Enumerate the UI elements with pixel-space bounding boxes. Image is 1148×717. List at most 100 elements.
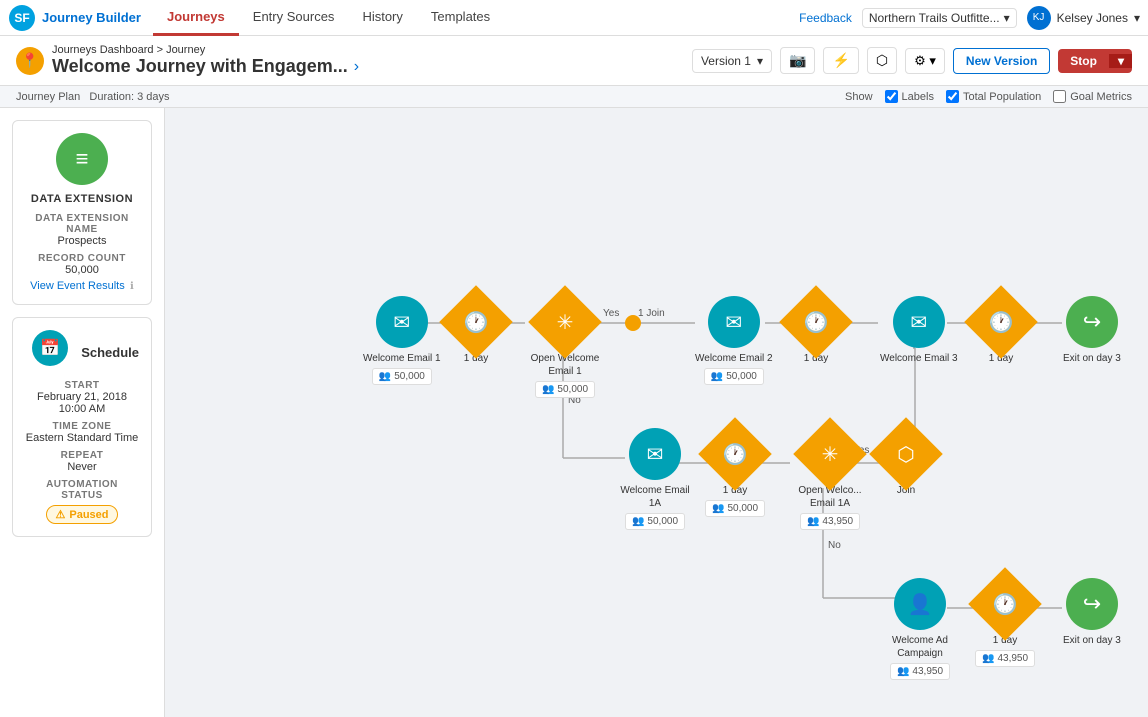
user-menu[interactable]: KJ Kelsey Jones ▾ [1027, 6, 1140, 30]
filter-button[interactable]: ⚡ [823, 47, 858, 74]
open-welcome-1a-icon[interactable]: ✳ [793, 417, 867, 491]
total-pop-checkbox[interactable] [946, 90, 959, 103]
people-icon-ow1: 👥 [542, 384, 554, 395]
schedule-icon: 📅 [32, 330, 68, 366]
view-event-results-link[interactable]: View Event Results [30, 280, 125, 292]
de-name-label: DATA EXTENSION NAME [25, 213, 139, 235]
version-selector[interactable]: Version 1 ▾ [692, 49, 772, 73]
journey-plan-label: Journey Plan [16, 91, 80, 103]
welcome-email-1a-icon[interactable]: ✉ [629, 428, 681, 480]
data-extension-card: ≡ DATA EXTENSION DATA EXTENSION NAME Pro… [12, 120, 152, 305]
join2-node[interactable]: ⬡ Join [880, 428, 932, 497]
day1e-count-val: 43,950 [997, 653, 1028, 664]
welcome-email-1-node[interactable]: ✉ Welcome Email 1 👥 50,000 [363, 296, 441, 385]
main-content: ≡ DATA EXTENSION DATA EXTENSION NAME Pro… [0, 108, 1148, 717]
day1e-node[interactable]: 🕐 1 day 👥 43,950 [975, 578, 1035, 667]
welcome-email-1-count: 👥 50,000 [372, 368, 432, 385]
journey-header-actions: Version 1 ▾ 📷 ⚡ ⬡ ⚙ ▾ New Version Stop ▾ [692, 47, 1132, 74]
day1d-icon[interactable]: 🕐 [698, 417, 772, 491]
open-welcome-1a-node[interactable]: ✳ Open Welco... Email 1A 👥 43,950 [790, 428, 870, 530]
record-count-value: 50,000 [25, 264, 139, 276]
journey-plan-duration: Duration: 3 days [89, 91, 169, 103]
welcome-ad-campaign-icon[interactable]: 👤 [894, 578, 946, 630]
welcome-email-1-icon[interactable]: ✉ [376, 296, 428, 348]
stop-button[interactable]: Stop ▾ [1058, 49, 1132, 73]
join-dot [625, 315, 641, 331]
org-selector[interactable]: Northern Trails Outfitte... ▾ [862, 8, 1017, 28]
breadcrumb-separator: > [157, 44, 166, 56]
info-icon[interactable]: ℹ [130, 281, 134, 292]
cursor-icon-1: ✳ [539, 296, 591, 348]
journey-canvas[interactable]: Yes 1 Join No [165, 108, 1148, 717]
journey-title-section: Journeys Dashboard > Journey Welcome Jou… [52, 44, 359, 77]
day1b-node[interactable]: 🕐 1 day [790, 296, 842, 365]
breadcrumb[interactable]: Journeys Dashboard > Journey [52, 44, 359, 56]
breadcrumb-current: Journey [166, 44, 205, 56]
svg-text:1 Join: 1 Join [638, 308, 665, 319]
user-avatar: KJ [1027, 6, 1051, 30]
version-dropdown-icon: ▾ [757, 54, 763, 68]
clock-icon-1e: 🕐 [979, 578, 1031, 630]
exit-day3b-icon[interactable]: ↪ [1066, 578, 1118, 630]
tab-history[interactable]: History [348, 0, 416, 36]
new-version-button[interactable]: New Version [953, 48, 1050, 74]
labels-checkbox[interactable] [885, 90, 898, 103]
data-extension-title: DATA EXTENSION [25, 193, 139, 205]
day1c-icon[interactable]: 🕐 [964, 285, 1038, 359]
people-icon-1: 👥 [379, 371, 391, 382]
tab-journeys[interactable]: Journeys [153, 0, 239, 36]
goal-metrics-checkbox[interactable] [1053, 90, 1066, 103]
welcome-email-3-node[interactable]: ✉ Welcome Email 3 [880, 296, 958, 365]
svg-text:Yes: Yes [603, 308, 619, 319]
open-welcome-1-node[interactable]: ✳ Open Welcome Email 1 👥 50,000 [525, 296, 605, 398]
app-logo[interactable]: SF Journey Builder [8, 4, 141, 32]
camera-button[interactable]: 📷 [780, 47, 815, 74]
org-name: Northern Trails Outfitte... [869, 11, 1000, 25]
day1e-icon[interactable]: 🕐 [968, 567, 1042, 641]
status-value: Paused [69, 509, 108, 521]
labels-checkbox-item[interactable]: Labels [885, 90, 934, 103]
stop-dropdown-icon[interactable]: ▾ [1109, 54, 1132, 68]
welcome-ad-campaign-node[interactable]: 👤 Welcome Ad Campaign 👥 43,950 [880, 578, 960, 680]
labels-checkbox-label: Labels [902, 91, 934, 103]
people-icon-d1d: 👥 [712, 503, 724, 514]
data-extension-icon: ≡ [56, 133, 108, 185]
welcome-email-3-icon[interactable]: ✉ [893, 296, 945, 348]
journey-plan-bar: Journey Plan Duration: 3 days Show Label… [0, 86, 1148, 108]
total-pop-checkbox-item[interactable]: Total Population [946, 90, 1041, 103]
top-navigation: SF Journey Builder Journeys Entry Source… [0, 0, 1148, 36]
people-icon-we1a: 👥 [632, 516, 644, 527]
goal-metrics-checkbox-item[interactable]: Goal Metrics [1053, 90, 1132, 103]
tab-templates[interactable]: Templates [417, 0, 504, 36]
welcome-email-1a-label: Welcome Email 1A [615, 484, 695, 510]
gear-button[interactable]: ⚙ ▾ [905, 48, 945, 74]
exit-day3a-node[interactable]: ↪ Exit on day 3 [1063, 296, 1121, 365]
day1b-icon[interactable]: 🕐 [779, 285, 853, 359]
exit-day3a-icon[interactable]: ↪ [1066, 296, 1118, 348]
left-panel: ≡ DATA EXTENSION DATA EXTENSION NAME Pro… [0, 108, 165, 717]
record-count-label: RECORD COUNT [25, 253, 139, 264]
day1d-node[interactable]: 🕐 1 day 👥 50,000 [705, 428, 765, 517]
welcome-email-1a-count-val: 50,000 [647, 516, 678, 527]
welcome-email-2-node[interactable]: ✉ Welcome Email 2 👥 50,000 [695, 296, 773, 385]
day1a-node[interactable]: 🕐 1 day [450, 296, 502, 365]
welcome-ad-campaign-count-val: 43,950 [912, 666, 943, 677]
timezone-value: Eastern Standard Time [25, 432, 139, 444]
exit-day3b-node[interactable]: ↪ Exit on day 3 [1063, 578, 1121, 647]
day1a-icon[interactable]: 🕐 [439, 285, 513, 359]
open-welcome-1-icon[interactable]: ✳ [528, 285, 602, 359]
total-pop-checkbox-label: Total Population [963, 91, 1041, 103]
feedback-link[interactable]: Feedback [799, 11, 852, 25]
warning-icon: ⚠ [55, 508, 65, 521]
join2-icon[interactable]: ⬡ [869, 417, 943, 491]
journey-title: Welcome Journey with Engagem... [52, 56, 348, 77]
welcome-email-1a-node[interactable]: ✉ Welcome Email 1A 👥 50,000 [615, 428, 695, 530]
welcome-email-2-icon[interactable]: ✉ [708, 296, 760, 348]
merge-icon: ⬡ [880, 428, 932, 480]
tab-entry-sources[interactable]: Entry Sources [239, 0, 349, 36]
title-chevron-icon[interactable]: › [354, 58, 359, 76]
breadcrumb-dashboard[interactable]: Journeys Dashboard [52, 44, 154, 56]
share-button[interactable]: ⬡ [867, 47, 897, 74]
journey-title-row: Welcome Journey with Engagem... › [52, 56, 359, 77]
day1c-node[interactable]: 🕐 1 day [975, 296, 1027, 365]
